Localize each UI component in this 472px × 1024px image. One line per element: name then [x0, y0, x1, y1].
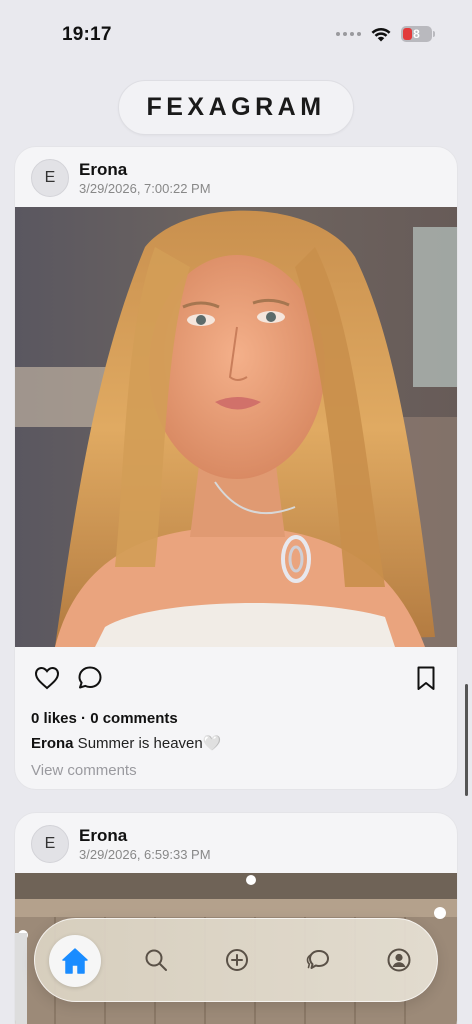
status-time: 19:17 — [62, 24, 112, 45]
post-author[interactable]: Erona — [79, 160, 127, 180]
caption-text: Summer is heaven🤍 — [73, 735, 222, 752]
nav-messages-button[interactable] — [298, 940, 338, 980]
home-icon — [62, 948, 88, 974]
nav-search-button[interactable] — [136, 940, 176, 980]
avatar[interactable]: E — [31, 159, 69, 197]
scroll-indicator[interactable] — [465, 684, 468, 796]
status-bar: 19:17 8 — [0, 0, 472, 70]
wifi-icon — [371, 27, 391, 41]
cellular-signal-icon — [336, 32, 361, 36]
view-comments-link[interactable]: View comments — [31, 762, 137, 779]
post-card: E Erona 3/29/2026, 7:00:22 PM 0 likes · … — [14, 146, 458, 790]
avatar[interactable]: E — [31, 825, 69, 863]
battery-icon: 8 — [401, 26, 435, 42]
profile-icon — [387, 948, 411, 972]
nav-create-button[interactable] — [217, 940, 257, 980]
app-title: FEXAGRAM — [146, 93, 326, 121]
caption-author[interactable]: Erona — [31, 735, 74, 752]
chat-icon — [306, 950, 329, 969]
post-header[interactable]: E Erona 3/29/2026, 7:00:22 PM — [15, 147, 457, 207]
status-indicators: 8 — [336, 26, 435, 42]
post-author[interactable]: Erona — [79, 826, 127, 846]
search-icon — [145, 949, 167, 971]
app-logo-pill: FEXAGRAM — [118, 80, 354, 135]
comment-icon[interactable] — [76, 664, 104, 692]
battery-level: 8 — [413, 27, 420, 41]
post-photo[interactable] — [15, 207, 457, 647]
post-timestamp: 3/29/2026, 7:00:22 PM — [79, 181, 211, 196]
bottom-nav — [34, 918, 438, 1002]
bookmark-icon[interactable] — [412, 664, 440, 692]
post-timestamp: 3/29/2026, 6:59:33 PM — [79, 847, 211, 862]
post-stats: 0 likes · 0 comments — [31, 710, 178, 727]
post-header[interactable]: E Erona 3/29/2026, 6:59:33 PM — [15, 813, 457, 873]
post-caption: Erona Summer is heaven🤍 — [31, 734, 221, 752]
nav-profile-button[interactable] — [379, 940, 419, 980]
heart-icon[interactable] — [33, 664, 61, 692]
portrait-photo — [15, 207, 457, 647]
plus-circle-icon — [226, 949, 248, 971]
post-actions — [15, 647, 457, 709]
nav-home-button[interactable] — [49, 935, 101, 987]
